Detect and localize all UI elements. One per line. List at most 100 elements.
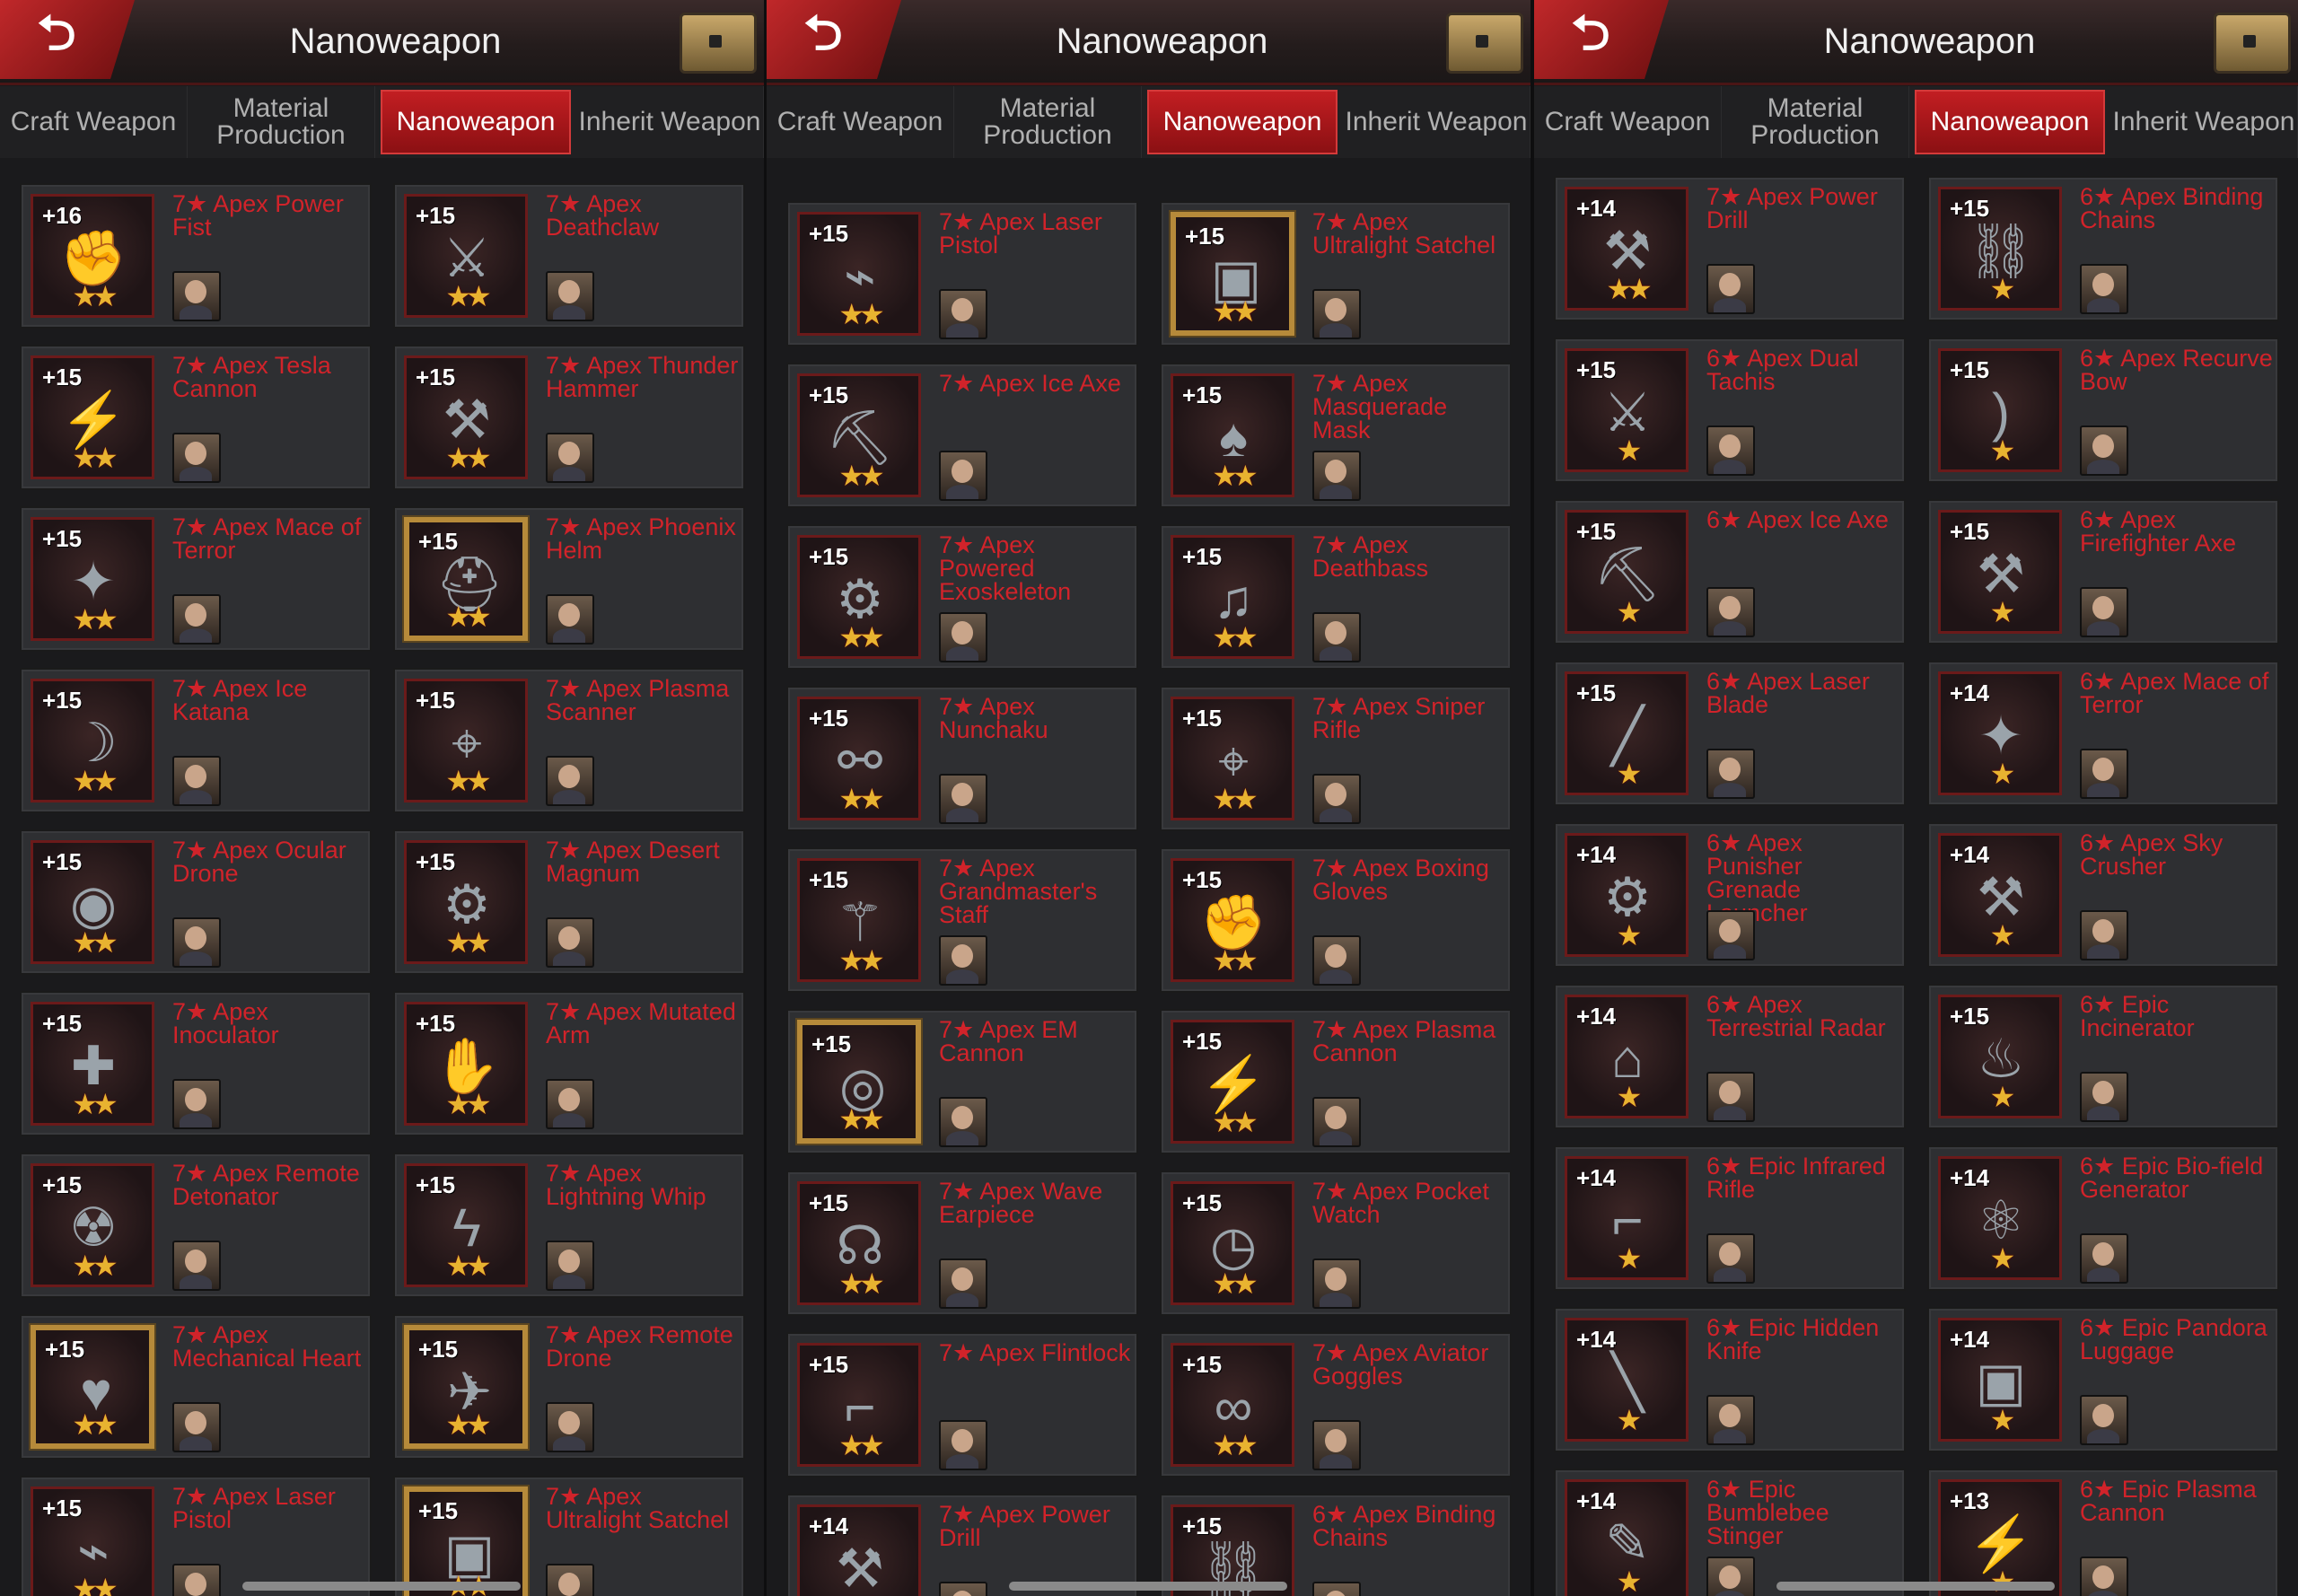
weapon-card[interactable]: +15 ✈ ★★ 7★ Apex Remote Drone (393, 1314, 745, 1460)
weapon-card[interactable]: +15 ╱ ★ 6★ Apex Laser Blade (1554, 661, 1906, 806)
tab-inherit-weapon[interactable]: Inherit Weapon (2110, 86, 2298, 158)
weapon-card[interactable]: +15⛓★6★ Apex Binding Chains (1927, 176, 2279, 321)
tab-material-production[interactable]: Material Production (1722, 86, 1909, 158)
weapon-name: 7★ Apex Laser Pistol (939, 208, 1102, 259)
weapon-card[interactable]: +15 ⚔ ★★ 7★ Apex Deathclaw (393, 183, 745, 329)
weapon-card[interactable]: +15⛓★6★ Apex Binding Chains (1160, 1494, 1512, 1596)
weapon-card[interactable]: +15 ✊ ★★ 7★ Apex Boxing Gloves (1160, 847, 1512, 993)
tab-inherit-weapon[interactable]: Inherit Weapon (576, 86, 764, 158)
weapon-icon: +15 ⚡ ★★ (31, 355, 154, 479)
weapon-card[interactable]: +16 ✊ ★★ 7★ Apex Power Fist (20, 183, 372, 329)
weapon-card[interactable]: +15 ⚒ ★ 6★ Apex Firefighter Axe (1927, 499, 2279, 645)
star-rating: ★★ (72, 442, 118, 474)
weapon-card[interactable]: +15 ♨ ★ 6★ Epic Incinerator (1927, 984, 2279, 1129)
weapon-card[interactable]: +15 ⌐ ★★ 7★ Apex Flintlock (786, 1332, 1138, 1478)
weapon-card[interactable]: +15 ⌁ ★★ 7★ Apex Laser Pistol (20, 1476, 372, 1596)
weapon-card[interactable]: +14 ✎ ★ 6★ Epic Bumblebee Stinger (1554, 1469, 1906, 1596)
weapon-card[interactable]: +15 ⚡ ★★ 7★ Apex Plasma Cannon (1160, 1009, 1512, 1154)
tab-nanoweapon[interactable]: Nanoweapon (1915, 90, 2105, 154)
weapon-card[interactable]: +14 ✦ ★ 6★ Apex Mace of Terror (1927, 661, 2279, 806)
tab-nanoweapon[interactable]: Nanoweapon (381, 90, 571, 154)
weapon-card[interactable]: +14 ⚒ ★ 6★ Apex Sky Crusher (1927, 822, 2279, 968)
weapon-icon: +15 ◉ ★★ (31, 840, 154, 964)
weapon-icon: +15 ✈ ★★ (404, 1325, 528, 1449)
weapon-name: 7★ Apex Deathclaw (546, 190, 660, 241)
tab-inherit-weapon[interactable]: Inherit Weapon (1343, 86, 1531, 158)
weapon-card[interactable]: +14 ⚛ ★ 6★ Epic Bio-field Generator (1927, 1145, 2279, 1291)
weapon-card[interactable]: +15 ⚔ ★ 6★ Apex Dual Tachis (1554, 338, 1906, 483)
weapon-card[interactable]: +15) ★ 6★ Apex Recurve Bow (1927, 338, 2279, 483)
weapon-card[interactable]: +15 ☊ ★★ 7★ Apex Wave Earpiece (786, 1171, 1138, 1316)
weapon-card[interactable]: +15 ⛏ ★★ 7★ Apex Ice Axe (786, 363, 1138, 508)
star-rating: ★★ (72, 765, 118, 797)
weapon-card[interactable]: +14 ╲ ★ 6★ Epic Hidden Knife (1554, 1307, 1906, 1452)
weapon-card[interactable]: +15 ✋ ★★ 7★ Apex Mutated Arm (393, 991, 745, 1136)
weapon-card[interactable]: +15 ✦ ★★ 7★ Apex Mace of Terror (20, 506, 372, 652)
weapon-card[interactable]: +15 ⛏ ★ 6★ Apex Ice Axe (1554, 499, 1906, 645)
weapon-card[interactable]: +15 ✚ ★★ 7★ Apex Inoculator (20, 991, 372, 1136)
horizontal-scrollbar[interactable] (242, 1582, 521, 1591)
enhance-level: +15 (1182, 381, 1223, 408)
chest-icon[interactable] (2214, 13, 2291, 74)
weapon-card[interactable]: +15 ⚯ ★★ 7★ Apex Nunchaku (786, 686, 1138, 831)
horizontal-scrollbar[interactable] (1009, 1582, 1287, 1591)
weapon-card[interactable]: +15 ☽ ★★ 7★ Apex Ice Katana (20, 668, 372, 813)
weapon-card[interactable]: +14⚒★★ 7★ Apex Power Drill (1554, 176, 1906, 321)
tab-craft-weapon[interactable]: Craft Weapon (0, 86, 188, 158)
hero-avatar (2080, 1072, 2128, 1122)
weapon-card[interactable]: +15 ♠ ★★ 7★ Apex Masquerade Mask (1160, 363, 1512, 508)
weapon-card[interactable]: +13 ⚡ ★ 6★ Epic Plasma Cannon (1927, 1469, 2279, 1596)
weapon-name: 6★ Apex Ice Axe (1706, 506, 1889, 533)
enhance-level: +15 (42, 525, 83, 552)
weapon-card[interactable]: +15▣★★ 7★ Apex Ultralight Satchel (393, 1476, 745, 1596)
chest-icon[interactable] (1446, 13, 1523, 74)
weapon-name: 7★ Apex Ice Katana (172, 675, 308, 725)
weapon-card[interactable]: +15▣★★ 7★ Apex Ultralight Satchel (1160, 201, 1512, 346)
weapon-card[interactable]: +15 ◎ ★★ 7★ Apex EM Cannon (786, 1009, 1138, 1154)
weapon-card[interactable]: +15 ⌖ ★★ 7★ Apex Plasma Scanner (393, 668, 745, 813)
chest-icon[interactable] (680, 13, 757, 74)
weapon-card[interactable]: +15 ⚡ ★★ 7★ Apex Tesla Cannon (20, 345, 372, 490)
hero-avatar (939, 612, 987, 662)
tab-craft-weapon[interactable]: Craft Weapon (767, 86, 954, 158)
hero-avatar (939, 774, 987, 824)
back-button[interactable]: ⮌ (0, 0, 135, 79)
weapon-card[interactable]: +14⚒★★ 7★ Apex Power Drill (786, 1494, 1138, 1596)
weapon-icon: +15 ϟ ★★ (404, 1163, 528, 1287)
weapon-card[interactable]: +15 ◷ ★★ 7★ Apex Pocket Watch (1160, 1171, 1512, 1316)
hero-avatar (939, 935, 987, 986)
weapon-card[interactable]: +15 ⛑ ★★ 7★ Apex Phoenix Helm (393, 506, 745, 652)
weapon-card[interactable]: +15 ♥ ★★ 7★ Apex Mechanical Heart (20, 1314, 372, 1460)
star-rating: ★★ (838, 1267, 884, 1300)
weapon-card[interactable]: +15 ⚙ ★★ 7★ Apex Powered Exoskeleton (786, 524, 1138, 670)
enhance-level: +14 (1576, 1326, 1617, 1353)
weapon-card[interactable]: +15 ⚚ ★★ 7★ Apex Grandmaster's Staff (786, 847, 1138, 993)
weapon-card[interactable]: +14 ⌐ ★ 6★ Epic Infrared Rifle (1554, 1145, 1906, 1291)
weapon-card[interactable]: +15 ♫ ★★ 7★ Apex Deathbass (1160, 524, 1512, 670)
weapon-name: 7★ Apex Ultralight Satchel (546, 1483, 730, 1533)
weapon-name: 7★ Apex Phoenix Helm (546, 513, 736, 564)
weapon-card[interactable]: +14 ⌂ ★ 6★ Apex Terrestrial Radar (1554, 984, 1906, 1129)
back-button[interactable]: ⮌ (1534, 0, 1669, 79)
weapon-card[interactable]: +15 ⌁ ★★ 7★ Apex Laser Pistol (786, 201, 1138, 346)
star-rating: ★ (1616, 758, 1643, 790)
weapon-card[interactable]: +15 ⌖ ★★ 7★ Apex Sniper Rifle (1160, 686, 1512, 831)
weapon-name: 7★ Apex Masquerade Mask (1312, 370, 1448, 443)
star-rating: ★★ (1212, 460, 1258, 492)
weapon-card[interactable]: +15 ⚙ ★★ 7★ Apex Desert Magnum (393, 829, 745, 975)
back-button[interactable]: ⮌ (767, 0, 901, 79)
star-rating: ★★ (1212, 295, 1258, 328)
tab-nanoweapon[interactable]: Nanoweapon (1147, 90, 1338, 154)
weapon-card[interactable]: +15 ☢ ★★ 7★ Apex Remote Detonator (20, 1153, 372, 1298)
weapon-card[interactable]: +15 ϟ ★★ 7★ Apex Lightning Whip (393, 1153, 745, 1298)
horizontal-scrollbar[interactable] (1776, 1582, 2055, 1591)
tab-material-production[interactable]: Material Production (188, 86, 375, 158)
tab-craft-weapon[interactable]: Craft Weapon (1534, 86, 1722, 158)
tab-material-production[interactable]: Material Production (954, 86, 1142, 158)
weapon-card[interactable]: +14 ▣ ★ 6★ Epic Pandora Luggage (1927, 1307, 2279, 1452)
weapon-card[interactable]: +14 ⚙ ★ 6★ Apex Punisher Grenade Launcher (1554, 822, 1906, 968)
weapon-card[interactable]: +15 ⚒ ★★ 7★ Apex Thunder Hammer (393, 345, 745, 490)
enhance-level: +15 (1950, 1003, 1990, 1030)
weapon-card[interactable]: +15 ∞ ★★ 7★ Apex Aviator Goggles (1160, 1332, 1512, 1478)
weapon-card[interactable]: +15 ◉ ★★ 7★ Apex Ocular Drone (20, 829, 372, 975)
